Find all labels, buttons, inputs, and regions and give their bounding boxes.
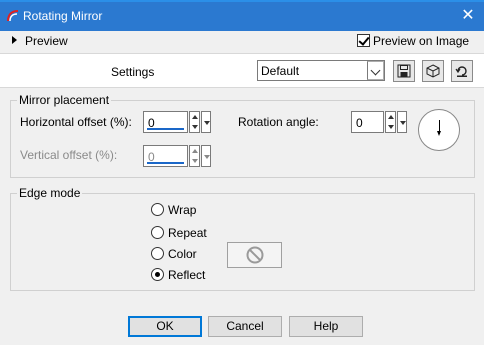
preset-3d-button[interactable] — [422, 60, 444, 82]
preview-on-image-label: Preview on Image — [373, 34, 470, 48]
spin-arrows[interactable] — [189, 111, 200, 133]
preview-bar: Preview Preview on Image — [0, 31, 484, 53]
preview-toggle[interactable]: Preview — [12, 34, 68, 50]
slider-dropdown-button[interactable] — [397, 111, 407, 133]
expand-arrow-icon — [12, 36, 17, 44]
preview-label: Preview — [25, 34, 68, 48]
arrow-up-icon — [192, 149, 198, 153]
edge-mode-wrap-label: Wrap — [168, 203, 197, 217]
edge-mode-repeat-label: Repeat — [168, 226, 207, 240]
edge-mode-color-label: Color — [168, 247, 197, 261]
close-icon[interactable]: ✕ — [458, 6, 478, 26]
app-icon — [7, 10, 19, 22]
rotation-angle-field[interactable]: 0 — [351, 111, 384, 133]
rotation-angle-label: Rotation angle: — [238, 115, 319, 129]
edge-mode-title: Edge mode — [17, 186, 83, 200]
edge-color-swatch — [227, 242, 282, 268]
preset-3d-icon — [426, 64, 440, 78]
horizontal-offset-field[interactable]: 0 — [143, 111, 188, 133]
cancel-button[interactable]: Cancel — [208, 316, 282, 337]
edge-mode-color-radio[interactable]: Color — [151, 247, 197, 263]
checkbox-checked-icon[interactable] — [357, 34, 370, 47]
dial-needle-tip — [437, 131, 441, 136]
ok-button[interactable]: OK — [128, 316, 202, 337]
edge-mode-wrap-radio[interactable]: Wrap — [151, 203, 196, 219]
slider-dropdown-button — [201, 145, 211, 167]
horizontal-offset-label: Horizontal offset (%): — [20, 115, 132, 129]
spin-arrows — [189, 145, 200, 167]
save-preset-button[interactable] — [393, 60, 415, 82]
help-button[interactable]: Help — [289, 316, 363, 337]
edge-mode-reflect-radio[interactable]: Reflect — [151, 268, 205, 284]
horizontal-offset-spinner[interactable]: 0 — [143, 111, 211, 133]
settings-preset-value: Default — [261, 64, 300, 78]
reset-icon — [455, 66, 467, 77]
vertical-offset-spinner: 0 — [143, 145, 211, 167]
settings-preset-dropdown[interactable]: Default — [257, 60, 385, 81]
vertical-offset-field: 0 — [143, 145, 188, 167]
arrow-up-icon[interactable] — [192, 115, 198, 119]
settings-label: Settings — [111, 65, 155, 79]
arrow-down-icon[interactable] — [388, 125, 394, 129]
spin-arrows[interactable] — [385, 111, 396, 133]
value-slider-bar[interactable] — [147, 128, 184, 130]
radio-unchecked-icon[interactable] — [151, 203, 164, 216]
reset-button[interactable] — [451, 60, 473, 82]
rotation-angle-spinner[interactable]: 0 — [351, 111, 407, 133]
disabled-prohibited-icon — [246, 246, 264, 264]
chevron-down-icon[interactable] — [367, 61, 384, 80]
arrow-up-icon[interactable] — [388, 115, 394, 119]
value-slider-bar — [147, 162, 184, 164]
window-title: Rotating Mirror — [23, 9, 103, 23]
save-preset-icon — [397, 64, 411, 78]
settings-bar: Settings Default — [0, 53, 484, 88]
rotation-angle-value: 0 — [356, 116, 363, 130]
vertical-offset-label: Vertical offset (%): — [20, 148, 118, 162]
radio-unchecked-icon[interactable] — [151, 247, 164, 260]
preview-on-image-checkbox[interactable]: Preview on Image — [357, 34, 469, 48]
rotation-angle-dial[interactable] — [418, 109, 460, 151]
arrow-down-icon[interactable] — [192, 125, 198, 129]
radio-checked-icon[interactable] — [151, 268, 164, 281]
mirror-placement-title: Mirror placement — [17, 93, 112, 107]
radio-unchecked-icon[interactable] — [151, 226, 164, 239]
arrow-down-icon — [192, 159, 198, 163]
edge-mode-repeat-radio[interactable]: Repeat — [151, 226, 207, 242]
slider-dropdown-button[interactable] — [201, 111, 211, 133]
edge-mode-reflect-label: Reflect — [168, 268, 206, 282]
title-bar: Rotating Mirror ✕ — [0, 0, 484, 31]
